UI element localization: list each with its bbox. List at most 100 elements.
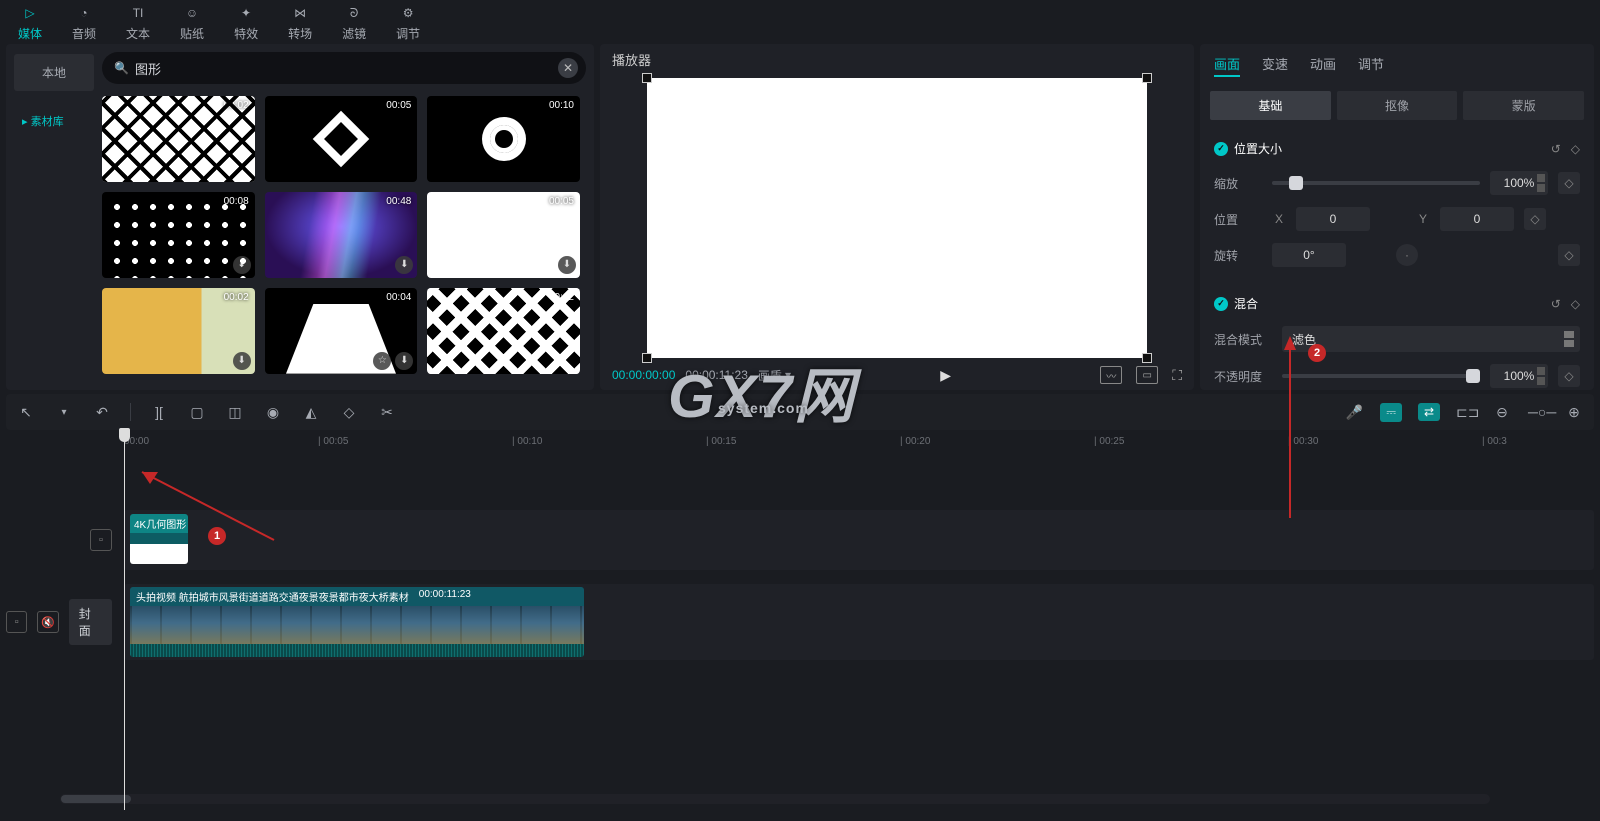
download-icon[interactable]: ⬇ [395, 256, 413, 274]
playhead[interactable] [124, 430, 125, 810]
tab-adjust[interactable]: 调节 [1358, 52, 1384, 77]
magnet-icon[interactable]: ⎓ [1380, 403, 1402, 422]
check-icon[interactable]: ✓ [1214, 297, 1228, 311]
thumb-item[interactable]: 00:02 [102, 96, 255, 182]
thumb-item[interactable]: 00:02⬇ [102, 288, 255, 374]
crop-icon[interactable]: ◫ [225, 404, 245, 421]
nav-audio[interactable]: ◔音频 [72, 3, 96, 42]
top-nav: ▷媒体 ◔音频 TI文本 ☺贴纸 ✦特效 ⋈转场 ᘐ滤镜 ⚙调节 [0, 0, 1600, 44]
timeline-toolbar: ↖ ▾ ↶ ][ ▢ ◫ ◉ ◭ ◇ ✂ 🎤 ⎓ ⇄ ⊏⊐ ⊖ ─○─ ⊕ [6, 394, 1594, 430]
fullscreen-icon[interactable]: ⛶ [1172, 367, 1182, 384]
scale-value[interactable]: 100% [1490, 171, 1548, 195]
loop-icon[interactable]: ◇ [339, 404, 359, 421]
favorite-icon[interactable]: ☆ [373, 352, 391, 370]
label-rotation: 旋转 [1214, 247, 1262, 264]
thumb-item[interactable]: 00:04☆⬇ [265, 288, 418, 374]
timeline: 00:00 | 00:05 | 00:10 | 00:15 | 00:20 | … [0, 430, 1600, 810]
nav-filter[interactable]: ᘐ滤镜 [342, 3, 366, 42]
sticker-icon: ☺ [182, 3, 202, 23]
nav-sticker[interactable]: ☺贴纸 [180, 3, 204, 42]
keyframe-icon[interactable]: ◇ [1571, 297, 1580, 311]
inspector-tabs: 画面 变速 动画 调节 [1200, 44, 1594, 85]
scale-slider[interactable] [1272, 181, 1480, 185]
thumb-item[interactable]: 00:05⬇ [427, 192, 580, 278]
linkage-icon[interactable]: ⇄ [1418, 403, 1440, 421]
keyframe-icon[interactable]: ◇ [1558, 244, 1580, 266]
split-icon[interactable]: ][ [149, 404, 169, 420]
nav-adjust[interactable]: ⚙调节 [396, 3, 420, 42]
reset-icon[interactable]: ↺ [1551, 297, 1561, 311]
tab-library[interactable]: 素材库 [14, 103, 94, 139]
position-y-input[interactable]: 0 [1440, 207, 1514, 231]
cover-button[interactable]: 封面 [69, 599, 112, 645]
track-lock-icon[interactable]: ▫ [6, 611, 27, 633]
zoom-in-icon[interactable]: ⊕ [1564, 404, 1584, 421]
rotation-input[interactable]: 0° [1272, 243, 1346, 267]
rotation-reset-icon[interactable]: · [1396, 244, 1418, 266]
timeline-clip[interactable]: 头拍视频 航拍城市风景街道道路交通夜景夜景都市夜大桥素材00:00:11:23 [130, 587, 584, 657]
timeline-scrollbar[interactable] [60, 794, 1490, 804]
thumb-item[interactable]: 00:02 [427, 288, 580, 374]
nav-text[interactable]: TI文本 [126, 3, 150, 42]
keyframe-icon[interactable]: ◇ [1524, 208, 1546, 230]
canvas[interactable] [647, 78, 1147, 358]
search-bar[interactable]: 🔍 ✕ [102, 52, 586, 84]
subtab-cutout[interactable]: 抠像 [1337, 91, 1458, 120]
download-icon[interactable]: ⬇ [233, 352, 251, 370]
compare-icon[interactable]: 〰 [1100, 366, 1122, 384]
crop2-icon[interactable]: ✂ [377, 404, 397, 421]
quality-dropdown[interactable]: 画质 ▾ [758, 367, 791, 384]
ratio-icon[interactable]: ▭ [1136, 366, 1158, 384]
reset-icon[interactable]: ↺ [1551, 142, 1561, 156]
scrollbar-thumb[interactable] [61, 795, 131, 803]
cursor-icon[interactable]: ↖ [16, 404, 36, 421]
subtab-mask[interactable]: 蒙版 [1463, 91, 1584, 120]
download-icon[interactable]: ⬇ [233, 256, 251, 274]
clear-icon[interactable]: ✕ [558, 58, 578, 78]
opacity-slider[interactable] [1282, 374, 1480, 378]
position-x-input[interactable]: 0 [1296, 207, 1370, 231]
thumb-grid[interactable]: 00:02 00:05 00:10 00:08⬇ 00:48⬇ 00:05⬇ 0… [102, 96, 586, 374]
delete-icon[interactable]: ▢ [187, 404, 207, 421]
tab-local[interactable]: 本地 [14, 54, 94, 91]
keyframe-icon[interactable]: ◇ [1558, 172, 1580, 194]
nav-effects[interactable]: ✦特效 [234, 3, 258, 42]
reverse-icon[interactable]: ◭ [301, 404, 321, 421]
thumb-item[interactable]: 00:05 [265, 96, 418, 182]
zoom-out-icon[interactable]: ⊖ [1492, 404, 1512, 421]
tab-animation[interactable]: 动画 [1310, 52, 1336, 77]
keyframe-icon[interactable]: ◇ [1558, 365, 1580, 387]
opacity-value[interactable]: 100% [1490, 364, 1548, 388]
zoom-slider-icon[interactable]: ─○─ [1528, 404, 1548, 420]
transport-bar: 00:00:00:00 00:00:11:23 画质 ▾ ▶ 〰 ▭ ⛶ [600, 360, 1194, 390]
nav-media[interactable]: ▷媒体 [18, 3, 42, 42]
nav-transition[interactable]: ⋈转场 [288, 3, 312, 42]
blend-mode-select[interactable]: 滤色 [1282, 326, 1580, 352]
timeline-clip[interactable]: 4K几何图形 [130, 514, 188, 564]
download-icon[interactable]: ⬇ [558, 256, 576, 274]
check-icon[interactable]: ✓ [1214, 142, 1228, 156]
subtab-basic[interactable]: 基础 [1210, 91, 1331, 120]
record-icon[interactable]: ◉ [263, 404, 283, 421]
thumb-item[interactable]: 00:10 [427, 96, 580, 182]
chevron-down-icon[interactable]: ▾ [54, 407, 74, 418]
search-input[interactable] [135, 61, 552, 76]
undo-icon[interactable]: ↶ [92, 404, 112, 421]
adjust-icon: ⚙ [398, 3, 418, 23]
thumb-item[interactable]: 00:08⬇ [102, 192, 255, 278]
tab-speed[interactable]: 变速 [1262, 52, 1288, 77]
thumb-item[interactable]: 00:48⬇ [265, 192, 418, 278]
mic-icon[interactable]: 🎤 [1344, 404, 1364, 421]
align-icon[interactable]: ⊏⊐ [1456, 404, 1476, 421]
track-body[interactable]: 4K几何图形 [124, 510, 1594, 570]
track-visibility-icon[interactable]: ▫ [90, 529, 112, 551]
play-button[interactable]: ▶ [940, 367, 951, 384]
keyframe-icon[interactable]: ◇ [1571, 142, 1580, 156]
player-stage[interactable] [600, 74, 1194, 360]
track-mute-icon[interactable]: 🔇 [37, 611, 58, 633]
tab-picture[interactable]: 画面 [1214, 52, 1240, 77]
label-blend-mode: 混合模式 [1214, 331, 1272, 348]
time-ruler[interactable]: 00:00 | 00:05 | 00:10 | 00:15 | 00:20 | … [124, 430, 1594, 452]
download-icon[interactable]: ⬇ [395, 352, 413, 370]
track-body[interactable]: 头拍视频 航拍城市风景街道道路交通夜景夜景都市夜大桥素材00:00:11:23 [124, 584, 1594, 660]
